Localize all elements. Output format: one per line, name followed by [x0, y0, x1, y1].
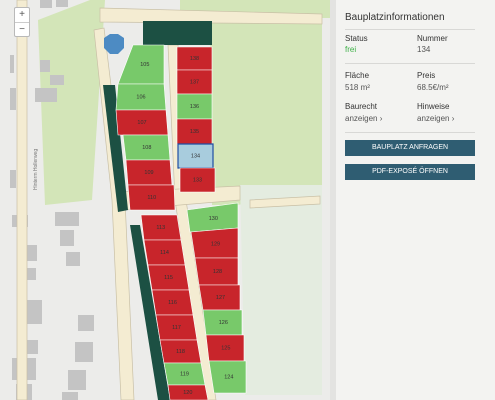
plot-number-137: 137 [190, 79, 199, 85]
plot-number-108: 108 [142, 145, 151, 151]
building [10, 170, 16, 188]
plot-number-138: 138 [190, 56, 199, 62]
plot-number-115: 115 [164, 275, 173, 281]
plot-number-135: 135 [190, 129, 199, 135]
plot-number-114: 114 [160, 250, 169, 256]
plot-number-116: 116 [168, 300, 177, 306]
plot-number-119: 119 [180, 371, 189, 377]
site-plan-map[interactable]: 138 137 136 135 134 133 105 106 107 108 109 110 130 1… [0, 0, 330, 400]
panel-divider [330, 0, 336, 400]
plot-number-134: 134 [191, 153, 200, 159]
building [62, 392, 78, 400]
area-label: Fläche [345, 71, 370, 80]
plot-number-133: 133 [193, 177, 202, 183]
panel-title: Bauplatzinformationen [345, 12, 445, 23]
zoning-link[interactable]: anzeigen › [345, 114, 382, 123]
price-value: 68.5€/m² [417, 83, 449, 92]
building [68, 370, 86, 390]
building [10, 55, 14, 73]
plot-number-125: 125 [221, 345, 230, 351]
building [55, 212, 79, 226]
field-area-lower-right [240, 185, 322, 395]
plot-number-124: 124 [224, 374, 233, 380]
info-panel [330, 0, 495, 400]
divider-line [345, 29, 475, 30]
plot-number-120: 120 [183, 390, 192, 396]
plot-number-129: 129 [211, 241, 220, 247]
zoom-in-button[interactable]: + [15, 8, 29, 22]
pdf-expose-button[interactable]: PDF-EXPOSÉ ÖFFNEN [345, 164, 475, 180]
zoom-control: + − [14, 7, 30, 37]
building [10, 88, 16, 110]
building [40, 60, 50, 72]
price-label: Preis [417, 71, 436, 80]
building [35, 88, 57, 102]
building [66, 252, 80, 266]
notes-label: Hinweise [417, 102, 450, 111]
building [56, 0, 68, 7]
plot-number-117: 117 [172, 325, 181, 331]
number-label: Nummer [417, 34, 448, 43]
plot-number-126: 126 [219, 320, 228, 326]
plot-number-130: 130 [209, 216, 218, 222]
building [75, 342, 93, 362]
notes-link[interactable]: anzeigen › [417, 114, 454, 123]
area-value: 518 m² [345, 83, 370, 92]
plot-number-113: 113 [156, 225, 165, 231]
building [60, 230, 74, 246]
request-plot-button[interactable]: BAUPLATZ ANFRAGEN [345, 140, 475, 156]
plot-number-136: 136 [190, 104, 199, 110]
number-value: 134 [417, 45, 431, 54]
divider-line [345, 132, 475, 133]
plot-number-118: 118 [176, 349, 185, 355]
building [78, 315, 94, 331]
site-plan-canvas[interactable]: 138 137 136 135 134 133 105 106 107 108 109 110 130 1… [0, 0, 330, 400]
status-label: Status [345, 34, 368, 43]
hedge [143, 21, 212, 45]
pond-marker [104, 34, 124, 54]
plot-number-109: 109 [144, 170, 153, 176]
plot-number-107: 107 [137, 120, 146, 126]
status-value: frei [345, 45, 357, 54]
plot-number-110: 110 [147, 195, 156, 201]
field-area-right [210, 20, 322, 205]
building [40, 0, 52, 8]
divider-line [345, 63, 475, 64]
building [50, 75, 64, 85]
street-label: Hinterm Hollerweg [33, 149, 39, 190]
plot-number-106: 106 [136, 94, 145, 100]
road-hinterm-hollerweg [16, 0, 28, 400]
plot-number-128: 128 [213, 269, 222, 275]
plot-number-127: 127 [216, 295, 225, 301]
zoom-out-button[interactable]: − [15, 22, 29, 37]
plot-number-105: 105 [140, 62, 149, 68]
zoning-label: Baurecht [345, 102, 378, 111]
